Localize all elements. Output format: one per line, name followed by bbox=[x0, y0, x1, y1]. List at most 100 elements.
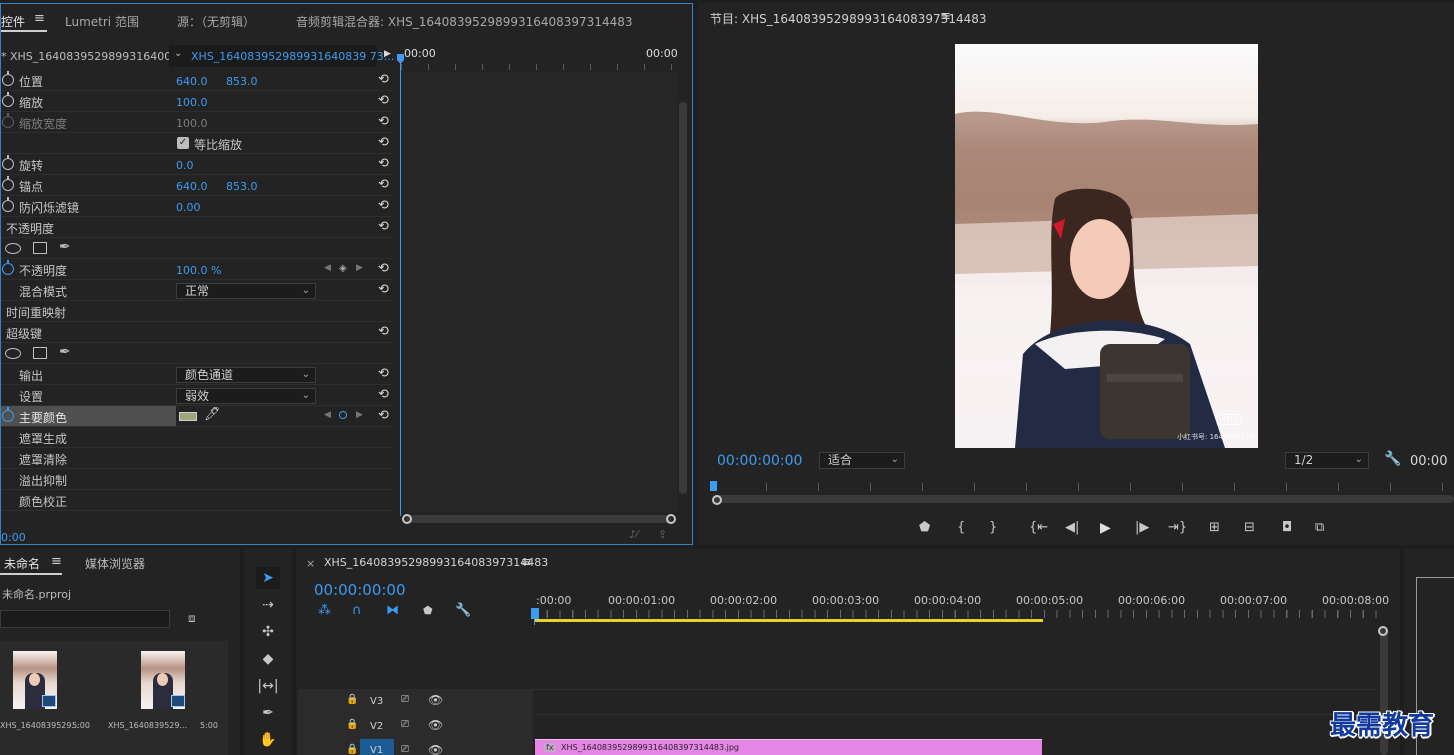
zoom-handle-right[interactable] bbox=[666, 514, 676, 524]
reset-icon[interactable]: ⟲ bbox=[378, 93, 389, 108]
export-icon[interactable]: ⇪ bbox=[658, 528, 667, 541]
opacity-value[interactable]: 100.0 % bbox=[176, 264, 221, 277]
program-playhead[interactable] bbox=[710, 481, 717, 491]
timeline-settings-icon[interactable]: 🔧 bbox=[455, 603, 471, 618]
stopwatch-icon[interactable] bbox=[2, 197, 14, 212]
section-spill-suppression[interactable]: 溢出抑制 bbox=[1, 469, 393, 490]
video-frame[interactable]: XHS 小红书号: 1640839529 8993 bbox=[955, 44, 1258, 448]
panel-menu-icon[interactable]: ≡ bbox=[521, 555, 532, 570]
lock-icon[interactable]: 🔒 bbox=[346, 694, 358, 705]
reset-icon[interactable]: ⟲ bbox=[378, 177, 389, 192]
anchor-y-value[interactable]: 853.0 bbox=[226, 180, 258, 193]
razor-tool-icon[interactable]: ◆ bbox=[256, 648, 280, 670]
anti-flicker-value[interactable]: 0.00 bbox=[176, 201, 201, 214]
reset-icon[interactable]: ⟲ bbox=[378, 366, 389, 381]
stopwatch-icon[interactable] bbox=[2, 71, 14, 86]
ellipse-mask-icon[interactable] bbox=[5, 348, 21, 359]
add-marker-icon[interactable]: ⬟ bbox=[423, 604, 433, 617]
add-keyframe-icon[interactable] bbox=[339, 411, 347, 419]
scroll-handle[interactable] bbox=[1378, 626, 1388, 636]
rectangle-mask-icon[interactable] bbox=[33, 347, 47, 359]
step-back-icon[interactable]: ◀| bbox=[1065, 520, 1079, 535]
project-item[interactable]: XHS_1640839529... 5:00 bbox=[0, 645, 98, 741]
next-keyframe-icon[interactable]: ▶ bbox=[356, 263, 363, 273]
ellipse-mask-icon[interactable] bbox=[5, 243, 21, 254]
timeline-playhead-handle[interactable] bbox=[531, 608, 539, 619]
mark-out-icon[interactable]: } bbox=[989, 520, 997, 535]
close-tab-icon[interactable]: × bbox=[306, 557, 315, 570]
reset-icon[interactable]: ⟲ bbox=[378, 387, 389, 402]
program-timecode[interactable]: 00:00:00:00 bbox=[717, 453, 802, 469]
panel-menu-icon[interactable]: ≡ bbox=[34, 11, 45, 26]
add-marker-icon[interactable]: ⬟ bbox=[919, 520, 930, 535]
position-y-value[interactable]: 853.0 bbox=[226, 75, 258, 88]
prev-keyframe-icon[interactable]: ◀ bbox=[324, 410, 331, 420]
reset-icon[interactable]: ⟲ bbox=[378, 219, 389, 234]
snap-magnet-icon[interactable]: ∩ bbox=[352, 603, 362, 618]
stopwatch-icon[interactable] bbox=[2, 407, 14, 422]
pen-tool-icon[interactable]: ✒ bbox=[256, 702, 280, 724]
panel-menu-icon[interactable]: ≡ bbox=[940, 9, 951, 24]
section-time-remap[interactable]: 时间重映射 bbox=[1, 301, 393, 322]
reset-icon[interactable]: ⟲ bbox=[378, 114, 389, 129]
stopwatch-icon[interactable] bbox=[2, 260, 14, 275]
rectangle-mask-icon[interactable] bbox=[33, 242, 47, 254]
filter-icon[interactable]: ♪⁄ bbox=[629, 528, 638, 541]
reset-icon[interactable]: ⟲ bbox=[378, 408, 389, 423]
project-item[interactable]: XHS_1640839529... 5:00 bbox=[100, 645, 222, 741]
setting-dropdown[interactable]: 弱效 ⌄ bbox=[176, 388, 316, 404]
lock-icon[interactable]: 🔒 bbox=[346, 719, 358, 730]
section-matte-generation[interactable]: 遮罩生成 bbox=[1, 427, 393, 448]
track-select-tool-icon[interactable]: ⇢ bbox=[256, 594, 280, 616]
timeline-sequence-tab[interactable]: XHS_1640839529899316408397314483 bbox=[324, 556, 548, 569]
stopwatch-icon[interactable] bbox=[2, 176, 14, 191]
add-keyframe-icon[interactable]: ◈ bbox=[339, 263, 347, 274]
ripple-edit-tool-icon[interactable]: ✣ bbox=[256, 621, 280, 643]
reset-icon[interactable]: ⟲ bbox=[378, 135, 389, 150]
anchor-x-value[interactable]: 640.0 bbox=[176, 180, 208, 193]
stopwatch-icon[interactable] bbox=[2, 92, 14, 107]
reset-icon[interactable]: ⟲ bbox=[378, 261, 389, 276]
panel-menu-icon[interactable]: ≡ bbox=[51, 554, 62, 569]
track-name[interactable]: V3 bbox=[370, 696, 383, 707]
tab-effect-controls[interactable]: 控件 bbox=[1, 13, 25, 30]
play-icon[interactable]: ▶ bbox=[1100, 520, 1111, 536]
lock-icon[interactable]: 🔒 bbox=[346, 744, 358, 755]
blend-mode-dropdown[interactable]: 正常 ⌄ bbox=[176, 283, 316, 299]
go-to-out-icon[interactable]: ⇥} bbox=[1168, 520, 1187, 535]
tab-source-monitor[interactable]: 源：（无剪辑） bbox=[177, 13, 255, 30]
clip-selector[interactable]: ⌄ XHS_164083952989931640839 73... bbox=[169, 45, 394, 67]
sync-lock-icon[interactable]: ⎚ bbox=[401, 719, 409, 730]
mini-playhead[interactable] bbox=[400, 54, 401, 516]
fit-dropdown[interactable]: 适合 ⌄ bbox=[819, 452, 905, 469]
tab-media-browser[interactable]: 媒体浏览器 bbox=[85, 555, 145, 572]
step-forward-icon[interactable]: |▶ bbox=[1135, 520, 1149, 535]
eye-icon[interactable]: 👁 bbox=[428, 743, 443, 755]
tab-audio-clip-mixer[interactable]: 音频剪辑混合器: XHS_164083952989931640839731448… bbox=[296, 13, 633, 30]
mini-playhead-handle[interactable] bbox=[397, 54, 404, 64]
reset-icon[interactable]: ⟲ bbox=[378, 72, 389, 87]
lift-icon[interactable]: ⊞ bbox=[1209, 520, 1220, 535]
section-ultra-key[interactable]: 超级键 ⟲ bbox=[1, 322, 393, 343]
track-name[interactable]: V2 bbox=[370, 721, 383, 732]
scrub-handle[interactable] bbox=[712, 495, 722, 505]
current-time-display[interactable]: 0:00 bbox=[1, 531, 26, 544]
key-color-swatch[interactable] bbox=[179, 412, 197, 421]
effect-controls-scrollbar[interactable] bbox=[679, 102, 687, 494]
extract-icon[interactable]: ⊟ bbox=[1244, 520, 1255, 535]
reset-icon[interactable]: ⟲ bbox=[378, 156, 389, 171]
program-scrub-bar[interactable] bbox=[714, 495, 1454, 503]
new-search-bin-icon[interactable]: ⧈ bbox=[188, 611, 196, 626]
position-x-value[interactable]: 640.0 bbox=[176, 75, 208, 88]
mark-in-icon[interactable]: { bbox=[957, 520, 965, 535]
timeline-timecode[interactable]: 00:00:00:00 bbox=[314, 581, 406, 599]
tab-project[interactable]: 未命名 bbox=[4, 555, 40, 572]
track-name[interactable]: V1 bbox=[370, 745, 383, 755]
compare-view-icon[interactable]: ⧉ bbox=[1315, 520, 1324, 535]
play-only-clip-icon[interactable]: ▶ bbox=[384, 49, 391, 59]
work-area-bar[interactable] bbox=[534, 619, 1043, 622]
section-matte-cleanup[interactable]: 遮罩清除 bbox=[1, 448, 393, 469]
project-search-input[interactable] bbox=[0, 610, 170, 628]
tab-lumetri-scopes[interactable]: Lumetri 范围 bbox=[65, 13, 139, 30]
eye-icon[interactable]: 👁 bbox=[428, 693, 443, 707]
